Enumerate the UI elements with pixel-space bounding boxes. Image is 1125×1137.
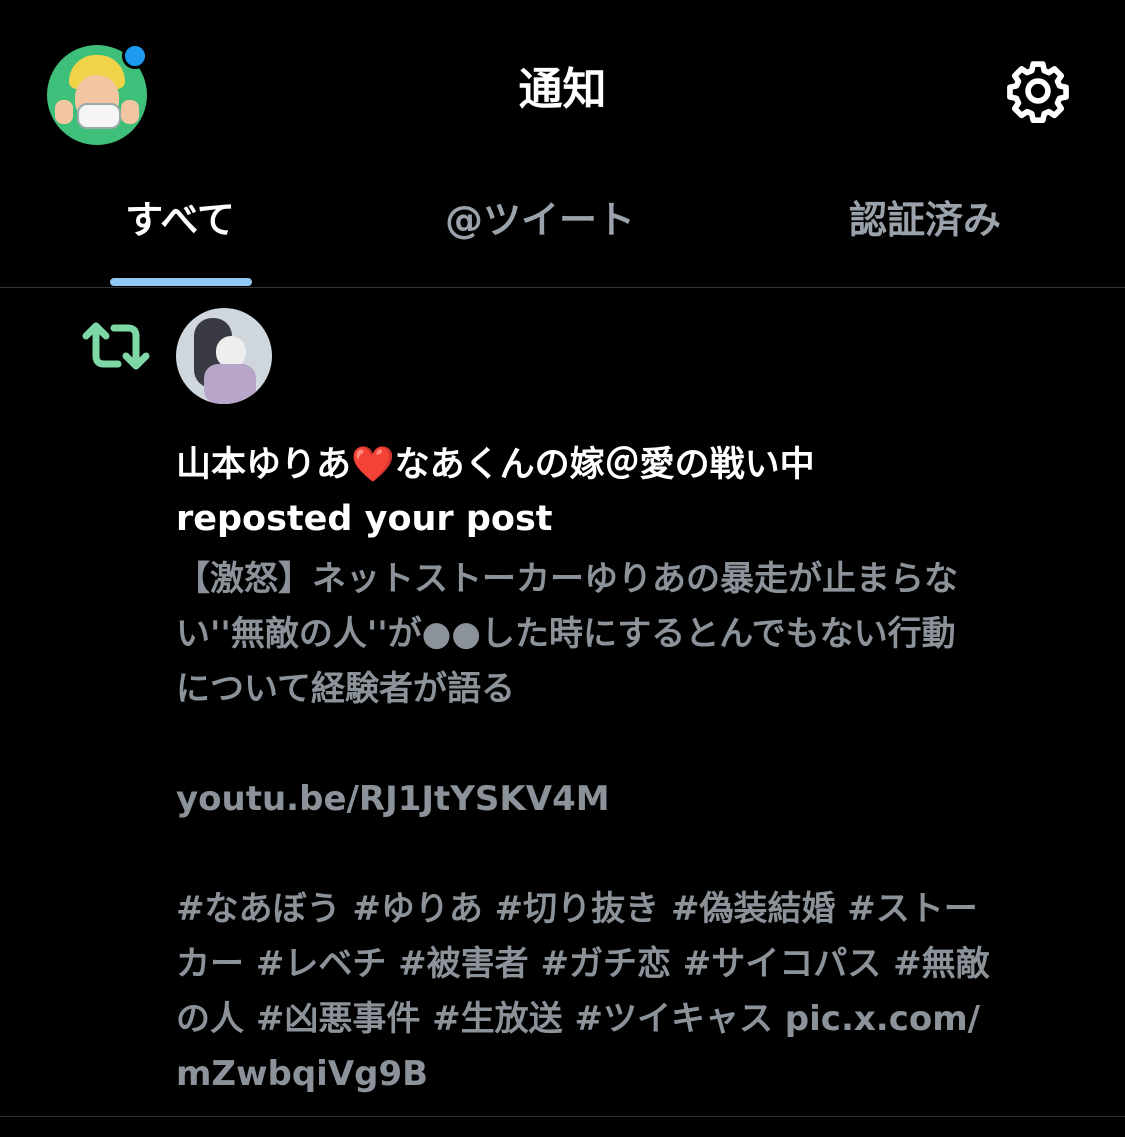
post-hashtags-line: カー #レベチ #被害者 #ガチ恋 #サイコパス #無敵 — [176, 944, 990, 984]
repost-icon — [82, 322, 150, 370]
notification-tabs: すべて @ツイート 認証済み — [0, 180, 1125, 288]
post-hashtags-line: mZwbqiVg9B — [176, 1054, 429, 1094]
reposter-avatar[interactable] — [176, 308, 272, 404]
page-title: 通知 — [518, 64, 607, 115]
post-preview[interactable]: 【激怒】ネットストーカーゆりあの暴走が止まらな い''無敵の人''が●●した時に… — [176, 552, 1106, 1102]
post-hashtags-line: の人 #凶悪事件 #生放送 #ツイキャス pic.x.com/ — [176, 999, 981, 1039]
post-hashtags-line: #なあぼう #ゆりあ #切り抜き #偽装結婚 #ストー — [176, 889, 978, 929]
notification-action: reposted your post — [176, 499, 553, 539]
top-header: 通知 — [0, 0, 1125, 180]
tab-all[interactable]: すべて — [70, 180, 290, 287]
tab-mentions[interactable]: @ツイート — [400, 180, 680, 287]
avatar-clothes — [204, 364, 256, 404]
post-text-line: について経験者が語る — [176, 669, 515, 709]
notification-item[interactable]: 山本ゆりあ❤️なあくんの嫁＠愛の戦い中 reposted your post 【… — [0, 288, 1125, 1117]
settings-gear-icon[interactable] — [1004, 57, 1072, 125]
tab-verified[interactable]: 認証済み — [800, 180, 1050, 287]
active-tab-indicator — [110, 278, 252, 286]
post-text-line: 【激怒】ネットストーカーゆりあの暴走が止まらな — [176, 559, 958, 599]
post-link[interactable]: youtu.be/RJ1JtYSKV4M — [176, 772, 1106, 827]
post-text-line: い''無敵の人''が●●した時にするとんでもない行動 — [176, 614, 956, 654]
reposter-name[interactable]: 山本ゆりあ❤️なあくんの嫁＠愛の戦い中 — [176, 440, 815, 490]
